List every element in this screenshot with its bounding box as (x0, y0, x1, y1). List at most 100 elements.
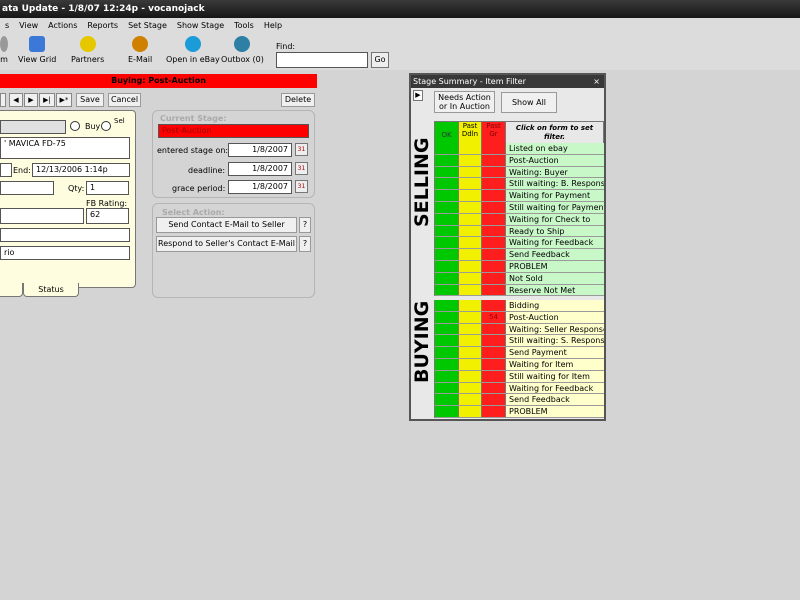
buying-grid: Bidding 54 Post-Auction Waiting: Seller R… (434, 300, 604, 418)
email-button[interactable]: E-Mail (128, 36, 152, 64)
view-grid-button[interactable]: View Grid (18, 36, 56, 64)
sell-radio[interactable] (101, 121, 111, 131)
qty-field[interactable]: 1 (86, 181, 129, 195)
end-label: End: (13, 166, 31, 175)
stage-summary-window: Stage Summary - Item Filter × ▶ Needs Ac… (409, 73, 606, 421)
current-stage-field: Post-Auction (158, 124, 309, 138)
table-row[interactable]: Waiting for Payment (435, 190, 604, 202)
table-row[interactable]: PROBLEM (435, 406, 604, 418)
menu-item[interactable]: s (0, 18, 14, 34)
table-row[interactable]: Waiting for Feedback (435, 237, 604, 250)
partners-button[interactable]: Partners (71, 36, 104, 64)
table-row[interactable]: Send Feedback (435, 394, 604, 407)
table-row[interactable]: Send Feedback (435, 249, 604, 261)
table-row[interactable]: Still waiting: B. Response (435, 178, 604, 191)
row-label: Bidding (506, 300, 604, 311)
table-row[interactable]: Ready to Ship (435, 225, 604, 238)
menu-help[interactable]: Help (259, 18, 287, 34)
menu-view[interactable]: View (14, 18, 43, 34)
nav-next-button[interactable]: ▶ (24, 93, 38, 107)
window-title: ata Update - 1/8/07 12:24p - vocanojack (0, 0, 800, 18)
row-label: Waiting for Check to (506, 213, 604, 225)
table-row[interactable]: Waiting for Check to (435, 213, 604, 226)
item-title-field[interactable]: ' MAVICA FD-75 (0, 137, 130, 159)
outbox-button[interactable]: Outbox (0) (221, 36, 264, 64)
entered-stage-field[interactable]: 1/8/2007 (228, 143, 292, 157)
toolbar: m View Grid Partners E-Mail Open in eBay… (0, 34, 800, 70)
nav-new-button[interactable]: ▶* (56, 93, 72, 107)
row-label: Not Sold (506, 272, 604, 284)
table-row[interactable]: Still waiting for Item (435, 370, 604, 383)
row-label: Send Feedback (506, 394, 604, 406)
table-row[interactable]: Still waiting for Payment (435, 201, 604, 214)
row-label: Waiting: Seller Response (506, 323, 604, 335)
menu-show-stage[interactable]: Show Stage (172, 18, 229, 34)
qty-label: Qty: (68, 184, 85, 193)
table-row[interactable]: Listed on ebay (435, 143, 604, 155)
start-field[interactable] (0, 163, 12, 177)
grace-period-field[interactable]: 1/8/2007 (228, 180, 292, 194)
needs-action-button[interactable]: Needs Action or In Auction (434, 91, 495, 113)
save-button[interactable]: Save (76, 93, 104, 107)
find-input[interactable] (276, 52, 368, 68)
table-row[interactable]: Waiting: Seller Response (435, 323, 604, 336)
row-label: Send Payment (506, 347, 604, 358)
toolbar-label: E-Mail (128, 55, 153, 64)
price-field[interactable] (0, 181, 54, 195)
delete-button[interactable]: Delete (281, 93, 315, 107)
menu-reports[interactable]: Reports (82, 18, 123, 34)
cancel-button[interactable]: Cancel (108, 93, 141, 107)
table-row[interactable]: PROBLEM (435, 260, 604, 273)
close-icon[interactable]: × (593, 75, 600, 88)
respond-contact-email-button[interactable]: Respond to Seller's Contact E-Mail (156, 236, 297, 252)
show-all-button[interactable]: Show All (501, 92, 557, 113)
calendar-icon[interactable]: 31 (295, 143, 308, 156)
row-label: PROBLEM (506, 406, 604, 417)
buying-label: BUYING (411, 300, 433, 383)
notes-field[interactable]: rio (0, 246, 130, 260)
row-label: Ready to Ship (506, 225, 604, 237)
table-row[interactable]: Still waiting: S. Response (435, 335, 604, 348)
table-row[interactable]: Bidding (435, 300, 604, 312)
outbox-icon (234, 36, 251, 52)
filter-hint: Click on form to set filter. (515, 124, 594, 141)
table-row[interactable]: Waiting for Item (435, 358, 604, 371)
table-row[interactable]: Not Sold (435, 272, 604, 285)
nav-last-button[interactable]: ▶| (39, 93, 55, 107)
help-button[interactable]: ? (299, 236, 311, 252)
table-row[interactable]: Post-Auction (435, 154, 604, 167)
row-label: Post-Auction (506, 154, 604, 166)
buy-radio[interactable] (70, 121, 80, 131)
nav-first-button[interactable] (0, 93, 6, 107)
expand-arrow-icon[interactable]: ▶ (413, 90, 423, 101)
header-ok: OK (435, 122, 459, 143)
menu-tools[interactable]: Tools (229, 18, 259, 34)
table-row[interactable]: Send Payment (435, 347, 604, 359)
end-field[interactable]: 12/13/2006 1:14p (32, 163, 130, 177)
tab-details[interactable] (0, 283, 23, 297)
stage-summary-title-text: Stage Summary - Item Filter (413, 77, 526, 86)
send-contact-email-button[interactable]: Send Contact E-Mail to Seller (156, 217, 297, 233)
deadline-field[interactable]: 1/8/2007 (228, 162, 292, 176)
fb-rating-field[interactable]: 62 (86, 208, 129, 224)
calendar-icon[interactable]: 31 (295, 162, 308, 175)
go-button[interactable]: Go (371, 52, 389, 68)
table-row[interactable]: Waiting for Feedback (435, 382, 604, 395)
calendar-icon[interactable]: 31 (295, 180, 308, 193)
row-label: Still waiting: B. Response (506, 178, 604, 190)
tab-status[interactable]: Status (23, 283, 79, 297)
menu-actions[interactable]: Actions (43, 18, 82, 34)
nav-prev-button[interactable]: ◀ (9, 93, 23, 107)
user-field[interactable] (0, 208, 84, 224)
help-button[interactable]: ? (299, 217, 311, 233)
table-row[interactable]: 54 Post-Auction (435, 311, 604, 324)
menu-set-stage[interactable]: Set Stage (123, 18, 172, 34)
email-field[interactable] (0, 228, 130, 242)
toolbar-button-partial[interactable]: m (0, 36, 8, 64)
row-label: Waiting for Item (506, 358, 604, 370)
open-in-ebay-button[interactable]: Open in eBay (166, 36, 220, 64)
table-row[interactable]: Reserve Not Met (435, 284, 604, 297)
row-label: Send Feedback (506, 249, 604, 260)
type-field[interactable] (0, 120, 66, 134)
table-row[interactable]: Waiting: Buyer (435, 166, 604, 179)
